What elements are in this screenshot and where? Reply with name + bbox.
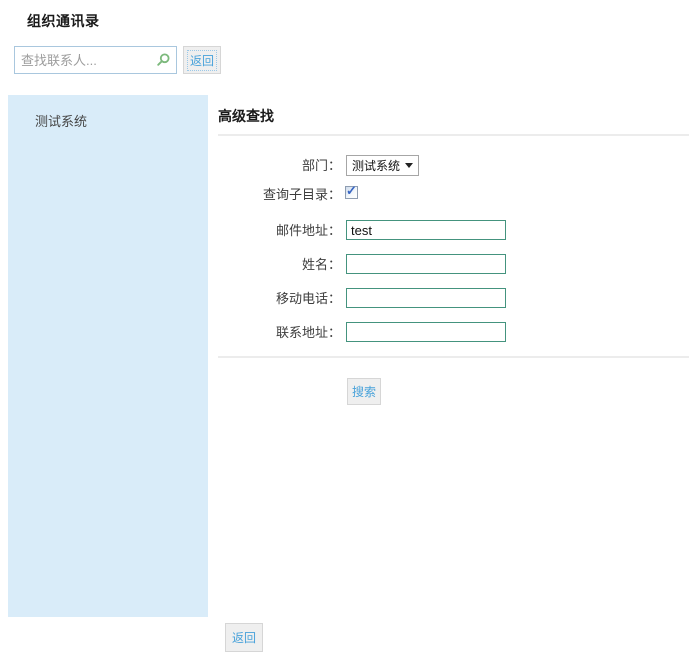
subdirectory-checkbox[interactable]: ✓: [345, 186, 358, 199]
name-input[interactable]: [346, 254, 506, 274]
search-icon[interactable]: [156, 53, 170, 67]
chevron-down-icon: [405, 163, 413, 168]
contact-search-input[interactable]: [14, 46, 177, 74]
back-button-top[interactable]: 返回: [183, 46, 221, 74]
search-button-label: 搜索: [352, 383, 376, 400]
department-select-value: 测试系统: [352, 157, 400, 174]
name-label: 姓名：: [218, 255, 341, 275]
address-label: 联系地址：: [218, 323, 341, 343]
department-label: 部门：: [218, 156, 341, 176]
heading-divider: [218, 134, 689, 136]
checkmark-icon: ✓: [346, 183, 357, 199]
email-label: 邮件地址：: [218, 221, 341, 241]
org-address-book-page: 组织通讯录 返回 测试系统 高级查找 部门： 测试系统 查询子目录： ✓ 邮件地…: [0, 0, 689, 659]
back-button-top-label: 返回: [188, 51, 216, 70]
contact-search-box: [14, 46, 177, 74]
mobile-label: 移动电话：: [218, 289, 341, 309]
search-button[interactable]: 搜索: [347, 378, 381, 405]
page-title: 组织通讯录: [27, 11, 100, 31]
back-button-bottom[interactable]: 返回: [225, 623, 263, 652]
address-input[interactable]: [346, 322, 506, 342]
mobile-input[interactable]: [346, 288, 506, 308]
form-divider: [218, 356, 689, 358]
subdirectory-label: 查询子目录：: [218, 185, 341, 205]
back-button-bottom-label: 返回: [232, 629, 256, 646]
advanced-search-heading: 高级查找: [218, 106, 274, 126]
sidebar-item-test-system[interactable]: 测试系统: [8, 95, 208, 130]
sidebar: 测试系统: [8, 95, 208, 617]
email-input[interactable]: [346, 220, 506, 240]
department-select[interactable]: 测试系统: [346, 155, 419, 176]
